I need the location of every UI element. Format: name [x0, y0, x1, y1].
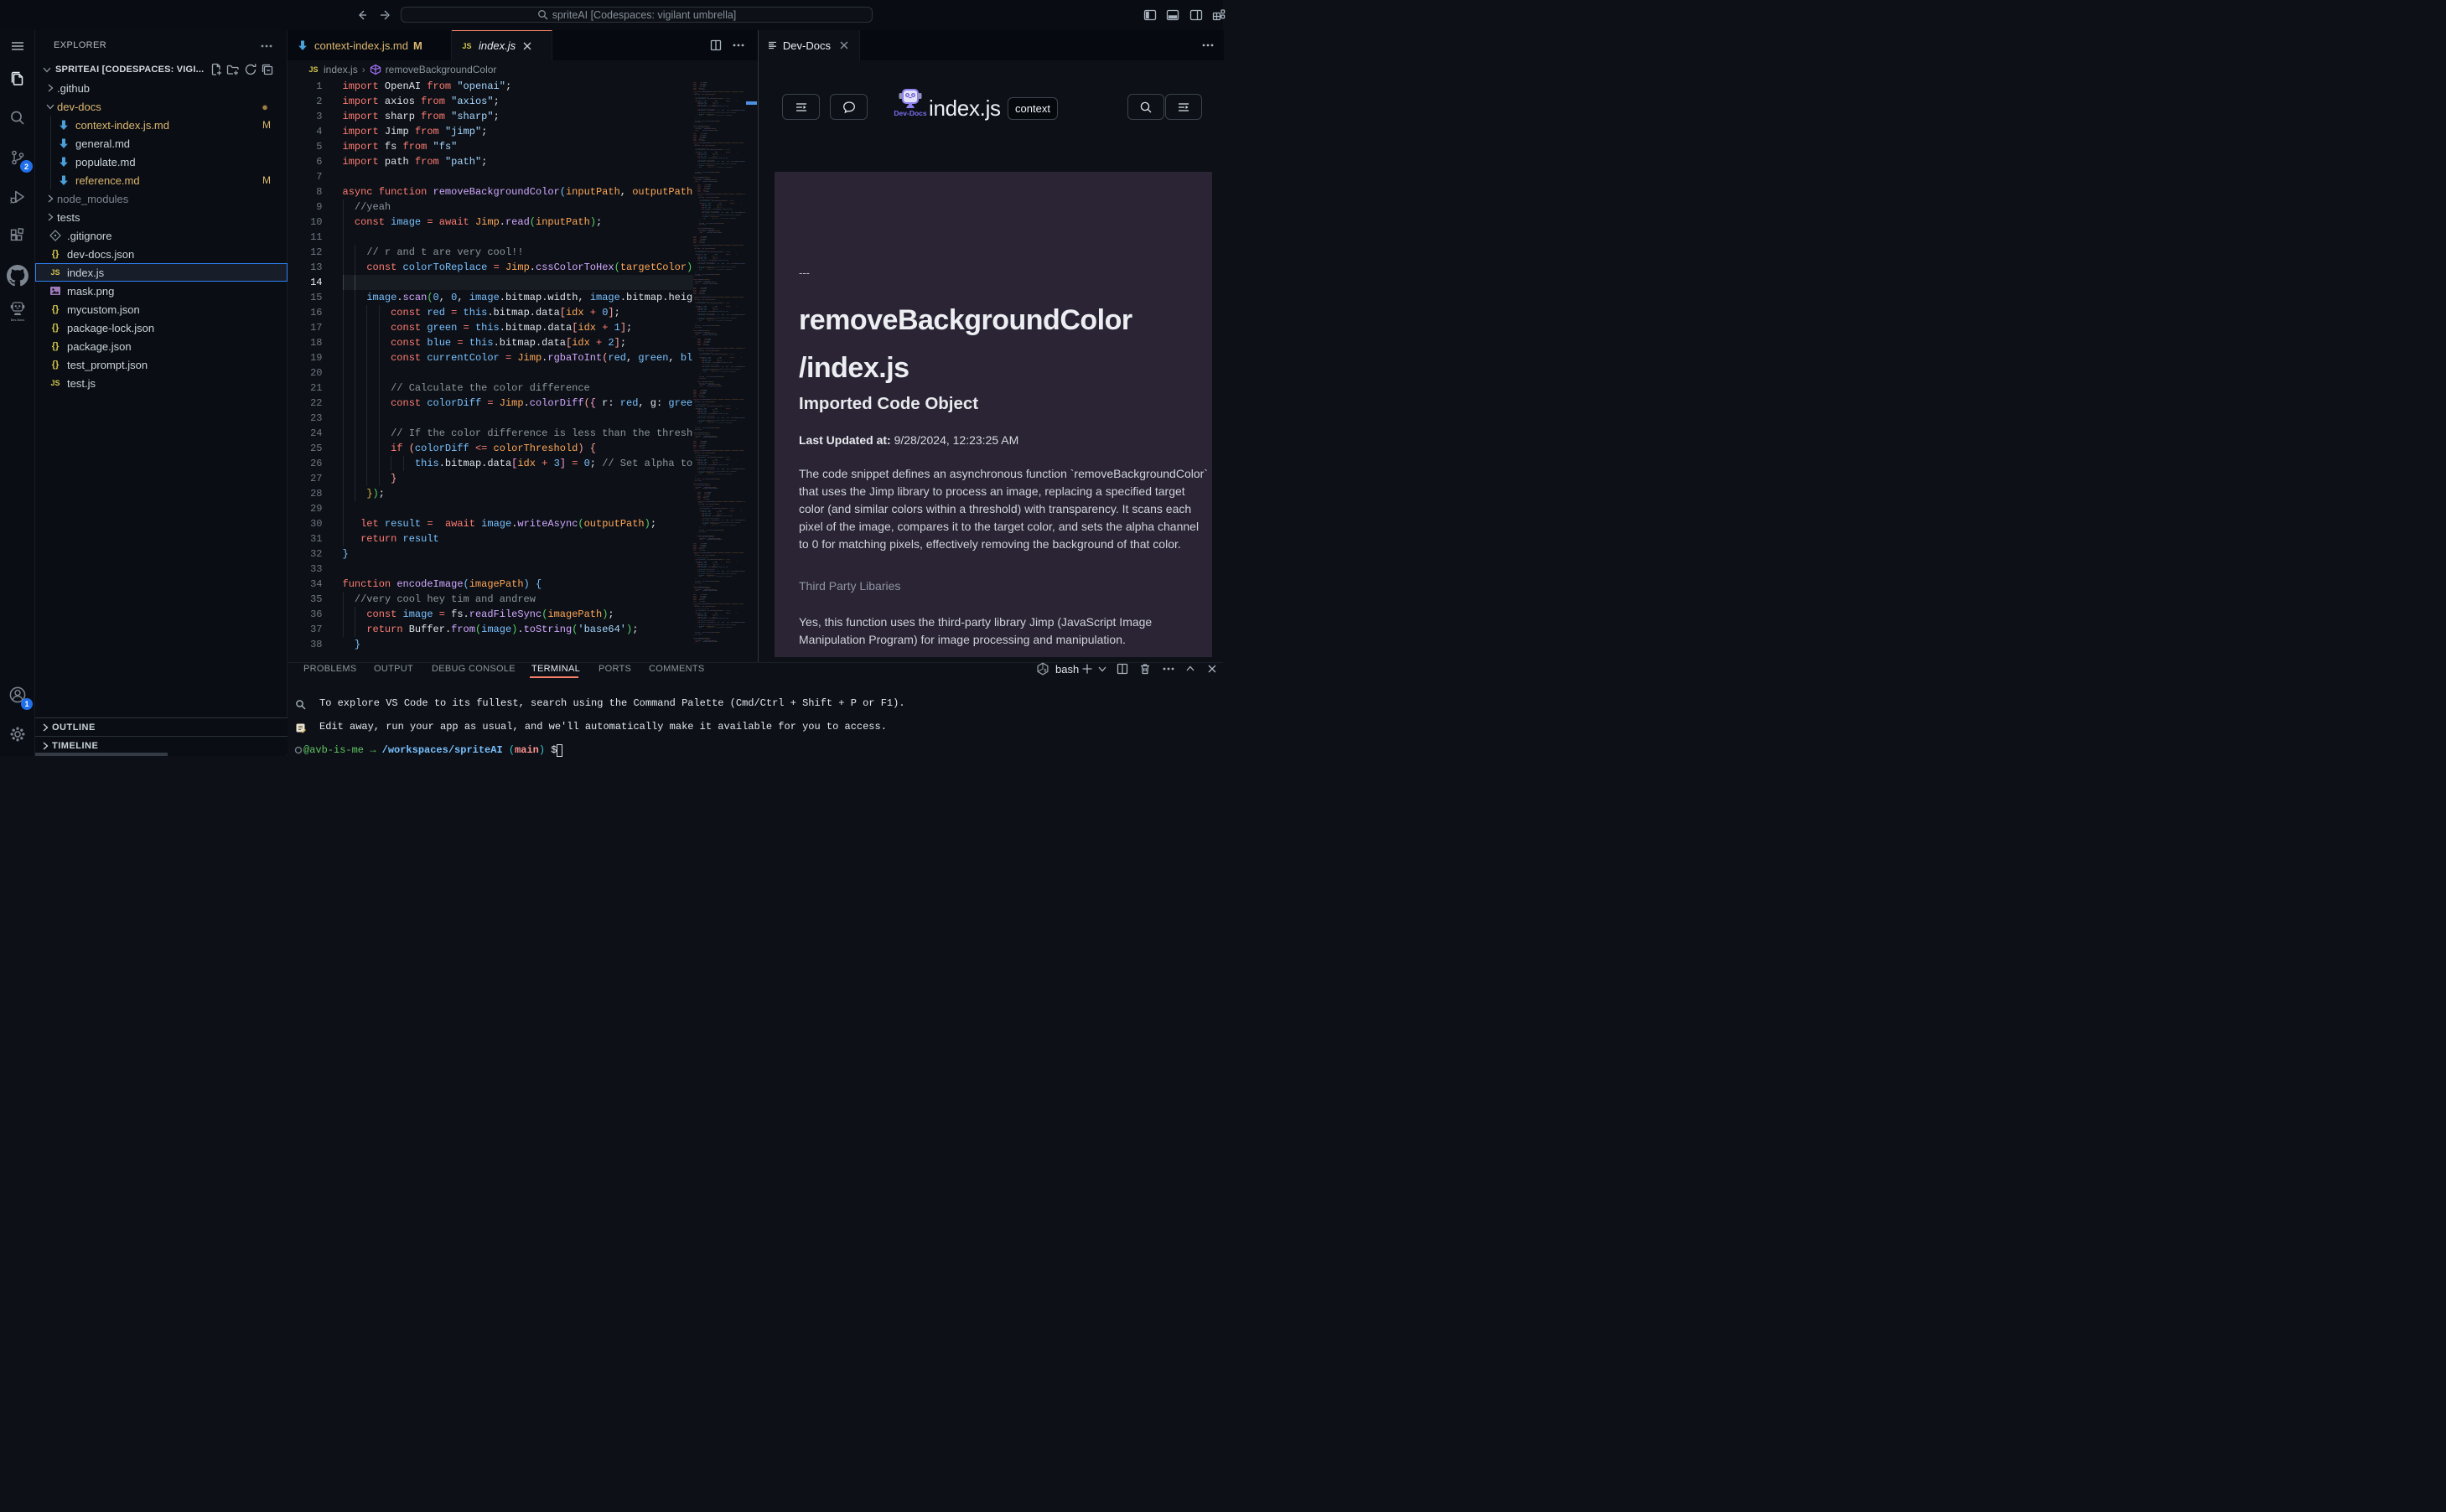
svg-text:Dev-Docs: Dev-Docs: [894, 109, 926, 117]
svg-text:Dev-Docs: Dev-Docs: [11, 318, 25, 322]
